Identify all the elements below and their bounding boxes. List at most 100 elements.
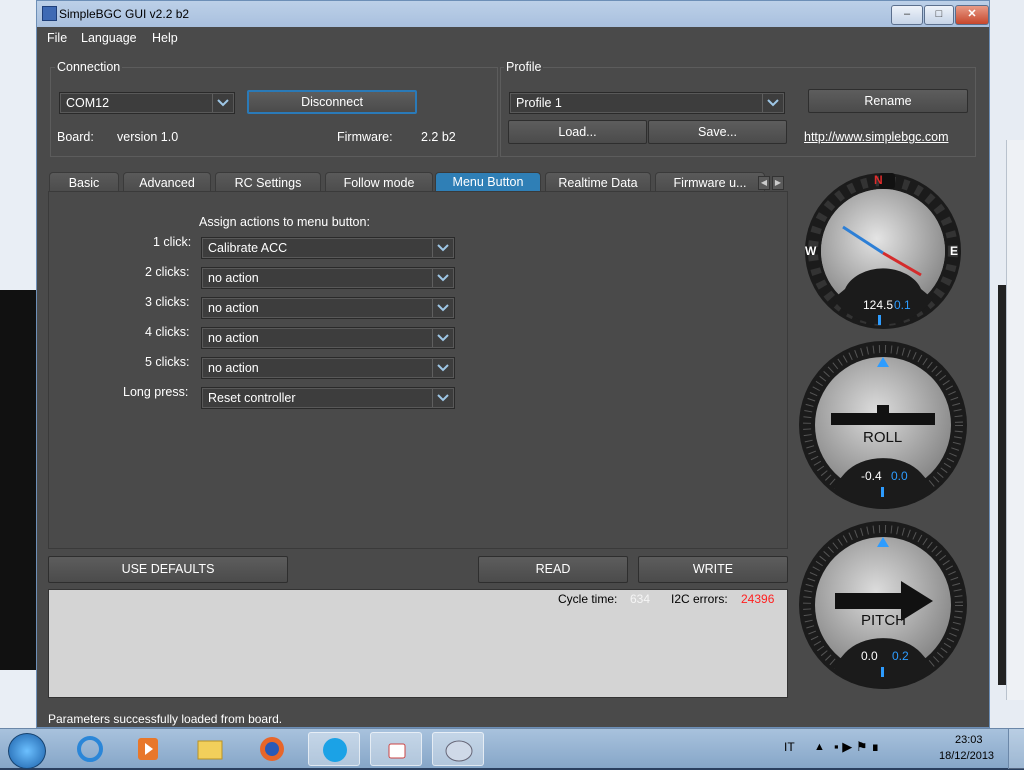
action-select-value: no action (208, 271, 259, 285)
roll-gauge: ROLL -0.4 0.0 (797, 339, 969, 511)
app-window: SimpleBGC GUI v2.2 b2 – □ ✕ File Languag… (36, 0, 990, 728)
status-bar: Parameters successfully loaded from boar… (48, 712, 283, 726)
load-button[interactable]: Load... (508, 120, 647, 144)
action-select-4-clicks[interactable]: no action (201, 327, 455, 349)
cycle-time-value: 634 (630, 592, 651, 606)
compass-e: E (950, 244, 959, 258)
website-link[interactable]: http://www.simplebgc.com (804, 130, 949, 144)
port-select-value: COM12 (66, 96, 110, 110)
firefox-icon[interactable] (246, 732, 298, 766)
java-icon[interactable] (370, 732, 422, 766)
write-button[interactable]: WRITE (638, 556, 788, 583)
tab-rc-settings[interactable]: RC Settings (215, 172, 321, 192)
profile-select[interactable]: Profile 1 (509, 92, 785, 114)
row-label: 1 click: (153, 235, 192, 249)
pitch-gauge: PITCH 0.0 0.2 (797, 519, 969, 691)
close-button[interactable]: ✕ (955, 5, 989, 25)
tab-scroll-left-icon[interactable]: ◀ (758, 176, 770, 190)
tab-scroll-right-icon[interactable]: ▶ (772, 176, 784, 190)
compass-w: W (805, 244, 817, 258)
compass-gauge: N E W 124.5 0.1 (803, 171, 963, 331)
menu-button-heading: Assign actions to menu button: (199, 215, 370, 229)
tray-expand-icon[interactable]: ▲ (814, 741, 825, 753)
background-window-left (0, 0, 39, 728)
tray-icons[interactable]: ▪ ▶ ⚑ ∎ (834, 739, 879, 755)
ie-icon[interactable] (64, 732, 116, 766)
action-select-1-click[interactable]: Calibrate ACC (201, 237, 455, 259)
chevron-down-icon (432, 299, 453, 317)
board-label: Board: (57, 130, 94, 144)
menu-language[interactable]: Language (81, 31, 137, 45)
roll-label: ROLL (863, 429, 903, 446)
start-button[interactable] (8, 733, 46, 769)
taskbar: IT ▲ ▪ ▶ ⚑ ∎ 23:03 18/12/2013 (0, 728, 1024, 769)
tab-realtime-data[interactable]: Realtime Data (545, 172, 651, 192)
explorer-icon[interactable] (184, 732, 236, 766)
tab-advanced[interactable]: Advanced (123, 172, 211, 192)
chevron-down-icon (762, 94, 783, 112)
background-scrollbar (1006, 140, 1024, 700)
media-player-icon[interactable] (122, 732, 174, 766)
row-label: Long press: (123, 385, 189, 399)
log-area: Cycle time: 634 I2C errors: 24396 (48, 589, 788, 698)
board-value: version 1.0 (117, 130, 179, 144)
profile-select-value: Profile 1 (516, 96, 562, 110)
chevron-down-icon (432, 389, 453, 407)
action-select-value: no action (208, 301, 259, 315)
menu-help[interactable]: Help (152, 31, 178, 45)
action-select-value: no action (208, 331, 259, 345)
roll-value: -0.4 (861, 469, 882, 483)
action-select-value: no action (208, 361, 259, 375)
compass-n: N (874, 173, 883, 187)
disconnect-button[interactable]: Disconnect (247, 90, 417, 114)
action-select-3-clicks[interactable]: no action (201, 297, 455, 319)
chevron-down-icon (432, 329, 453, 347)
skype-icon[interactable] (308, 732, 360, 766)
save-button[interactable]: Save... (648, 120, 787, 144)
row-label: 4 clicks: (145, 325, 190, 339)
chevron-down-icon (212, 94, 233, 112)
chevron-down-icon (432, 239, 453, 257)
use-defaults-button[interactable]: USE DEFAULTS (48, 556, 288, 583)
row-label: 3 clicks: (145, 295, 190, 309)
title-bar: SimpleBGC GUI v2.2 b2 – □ ✕ (37, 1, 989, 27)
menu-bar: File Language Help (37, 27, 989, 49)
minimize-button[interactable]: – (891, 5, 923, 25)
app-icon (42, 6, 57, 21)
language-indicator[interactable]: IT (784, 740, 795, 754)
action-select-value: Calibrate ACC (208, 241, 288, 255)
tab-firmware-update[interactable]: Firmware u... (655, 172, 765, 192)
cycle-time-label: Cycle time: (558, 592, 618, 606)
clock-date: 18/12/2013 (939, 750, 995, 762)
firmware-label: Firmware: (337, 130, 393, 144)
tab-menu-button[interactable]: Menu Button (435, 172, 541, 192)
pitch-value2: 0.2 (892, 649, 909, 663)
chevron-down-icon (432, 359, 453, 377)
compass-value2: 0.1 (894, 298, 911, 312)
row-label: 5 clicks: (145, 355, 190, 369)
rename-button[interactable]: Rename (808, 89, 968, 113)
maximize-button[interactable]: □ (924, 5, 954, 25)
action-select-5-clicks[interactable]: no action (201, 357, 455, 379)
compass-value: 124.5 (863, 298, 894, 312)
row-label: 2 clicks: (145, 265, 190, 279)
connection-heading: Connection (55, 60, 123, 74)
port-select[interactable]: COM12 (59, 92, 235, 114)
pitch-label: PITCH (861, 612, 906, 629)
read-button[interactable]: READ (478, 556, 628, 583)
pitch-value: 0.0 (861, 649, 878, 663)
menu-file[interactable]: File (47, 31, 67, 45)
profile-heading: Profile (504, 60, 544, 74)
window-title: SimpleBGC GUI v2.2 b2 (59, 7, 190, 21)
roll-value2: 0.0 (891, 469, 908, 483)
i2c-errors-value: 24396 (741, 592, 775, 606)
tab-follow-mode[interactable]: Follow mode (325, 172, 433, 192)
clock-time: 23:03 (955, 734, 983, 746)
action-select-long-press[interactable]: Reset controller (201, 387, 455, 409)
show-desktop-button[interactable] (1008, 729, 1024, 769)
i2c-errors-label: I2C errors: (671, 592, 728, 606)
action-select-value: Reset controller (208, 391, 296, 405)
tab-basic[interactable]: Basic (49, 172, 119, 192)
action-select-2-clicks[interactable]: no action (201, 267, 455, 289)
paint-icon[interactable] (432, 732, 484, 766)
